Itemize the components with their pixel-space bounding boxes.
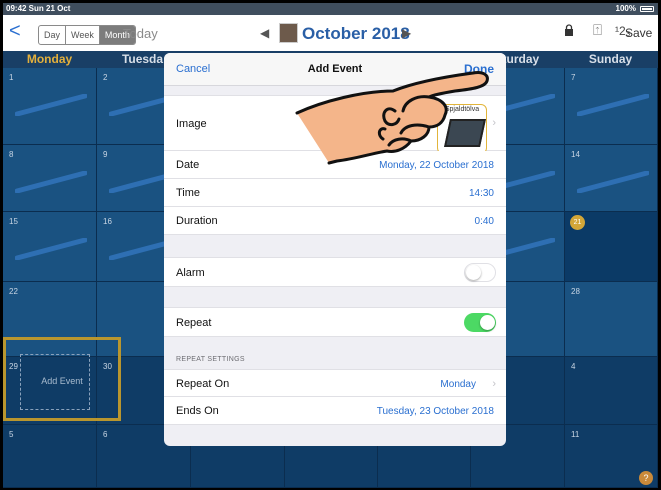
chevron-right-icon: ›	[492, 117, 496, 129]
alarm-row: Alarm	[164, 257, 506, 287]
status-bar: 09:42 Sun 21 Oct 100%	[3, 3, 658, 15]
help-icon[interactable]: ?	[639, 471, 653, 485]
repeat-settings-header: REPEAT SETTINGS	[176, 356, 245, 363]
previous-month-icon[interactable]: ◀	[260, 26, 269, 40]
ipad-screen: 09:42 Sun 21 Oct 100% < Day Week Month T…	[3, 3, 658, 488]
ends-on-row[interactable]: Ends On Tuesday, 23 October 2018	[164, 397, 506, 425]
view-segmented-control: Day Week Month	[38, 25, 136, 45]
event-stroke	[15, 94, 87, 116]
lock-icon[interactable]	[564, 24, 574, 36]
view-week-button[interactable]: Week	[66, 26, 100, 44]
battery-percentage: 100%	[615, 4, 636, 13]
day-number: 1	[9, 73, 14, 82]
repeat-on-row[interactable]: Repeat On Monday ›	[164, 369, 506, 397]
day-number: 6	[103, 430, 108, 439]
weekday-sunday: Sunday	[588, 52, 633, 66]
duration-value: 0:40	[474, 216, 494, 227]
back-chevron-icon[interactable]: <	[9, 21, 21, 41]
day-cell[interactable]: 14	[565, 145, 658, 212]
time-value: 14:30	[468, 188, 494, 199]
alarm-toggle[interactable]	[464, 263, 496, 282]
event-stroke	[15, 171, 87, 193]
day-number: 7	[571, 73, 576, 82]
date-label: Date	[176, 159, 200, 171]
day-number: 4	[571, 362, 576, 371]
day-number: 8	[9, 150, 14, 159]
add-event-label: Add Event	[41, 376, 83, 386]
event-stroke	[15, 238, 87, 260]
day-number: 5	[9, 430, 14, 439]
dialog-header: Cancel Add Event Done	[164, 53, 506, 86]
today-badge: 21	[570, 215, 585, 230]
day-number: 11	[571, 430, 580, 439]
day-cell[interactable]: 28	[565, 282, 658, 357]
day-cell[interactable]: 5	[3, 425, 97, 488]
image-label: Image	[176, 118, 207, 130]
add-event-drop-zone[interactable]: Add Event	[3, 337, 121, 421]
repeat-toggle[interactable]	[464, 313, 496, 332]
day-cell[interactable]: 7	[565, 68, 658, 145]
day-cell[interactable]: 1	[3, 68, 97, 145]
day-number: 9	[103, 150, 108, 159]
ends-on-label: Ends On	[176, 405, 219, 417]
save-button[interactable]: Save	[625, 26, 652, 40]
dialog-title: Add Event	[307, 63, 363, 75]
done-button[interactable]: Done	[464, 62, 494, 76]
share-icon[interactable]: ⍐	[593, 22, 602, 39]
day-number: 2	[103, 73, 108, 82]
duration-label: Duration	[176, 215, 218, 227]
image-caption: Spjaldtölva	[444, 106, 480, 113]
next-month-icon[interactable]: ▶	[402, 26, 411, 40]
view-day-button[interactable]: Day	[39, 26, 67, 44]
user-avatar[interactable]	[279, 23, 298, 43]
event-stroke	[577, 94, 649, 116]
day-number: 15	[9, 217, 18, 226]
date-value: Monday, 22 October 2018	[379, 160, 494, 171]
image-row[interactable]: Image Spjaldtölva ›	[164, 95, 506, 154]
image-thumbnail[interactable]: Spjaldtölva	[437, 104, 487, 154]
weekday-monday: Monday	[26, 52, 73, 66]
day-number: 14	[571, 150, 580, 159]
day-number: 22	[9, 287, 18, 296]
day-cell[interactable]: 15	[3, 212, 97, 282]
navigation-bar: < Day Week Month Today ◀ October 2018 ▶ …	[3, 15, 658, 51]
battery-icon	[640, 6, 654, 12]
ends-on-value: Tuesday, 23 October 2018	[376, 406, 494, 417]
chevron-right-icon: ›	[492, 378, 496, 390]
event-stroke	[577, 171, 649, 193]
repeat-on-value: Monday	[440, 379, 476, 390]
duration-row[interactable]: Duration 0:40	[164, 207, 506, 235]
add-event-dialog: Cancel Add Event Done Image Spjaldtölva …	[164, 53, 506, 446]
date-row[interactable]: Date Monday, 22 October 2018	[164, 151, 506, 179]
alarm-label: Alarm	[176, 267, 205, 279]
status-time: 09:42 Sun 21 Oct	[6, 4, 71, 13]
repeat-row: Repeat	[164, 307, 506, 337]
day-cell[interactable]: 8	[3, 145, 97, 212]
time-label: Time	[176, 187, 201, 199]
day-cell-today[interactable]: 21	[565, 212, 658, 282]
today-button[interactable]: Today	[123, 26, 158, 41]
repeat-label: Repeat	[176, 317, 212, 329]
day-cell[interactable]: 4	[565, 357, 658, 425]
tablet-image	[444, 119, 486, 147]
day-number: 28	[571, 287, 580, 296]
month-title: October 2018	[302, 24, 410, 43]
time-row[interactable]: Time 14:30	[164, 179, 506, 207]
repeat-on-label: Repeat On	[176, 378, 230, 390]
day-number: 16	[103, 217, 112, 226]
